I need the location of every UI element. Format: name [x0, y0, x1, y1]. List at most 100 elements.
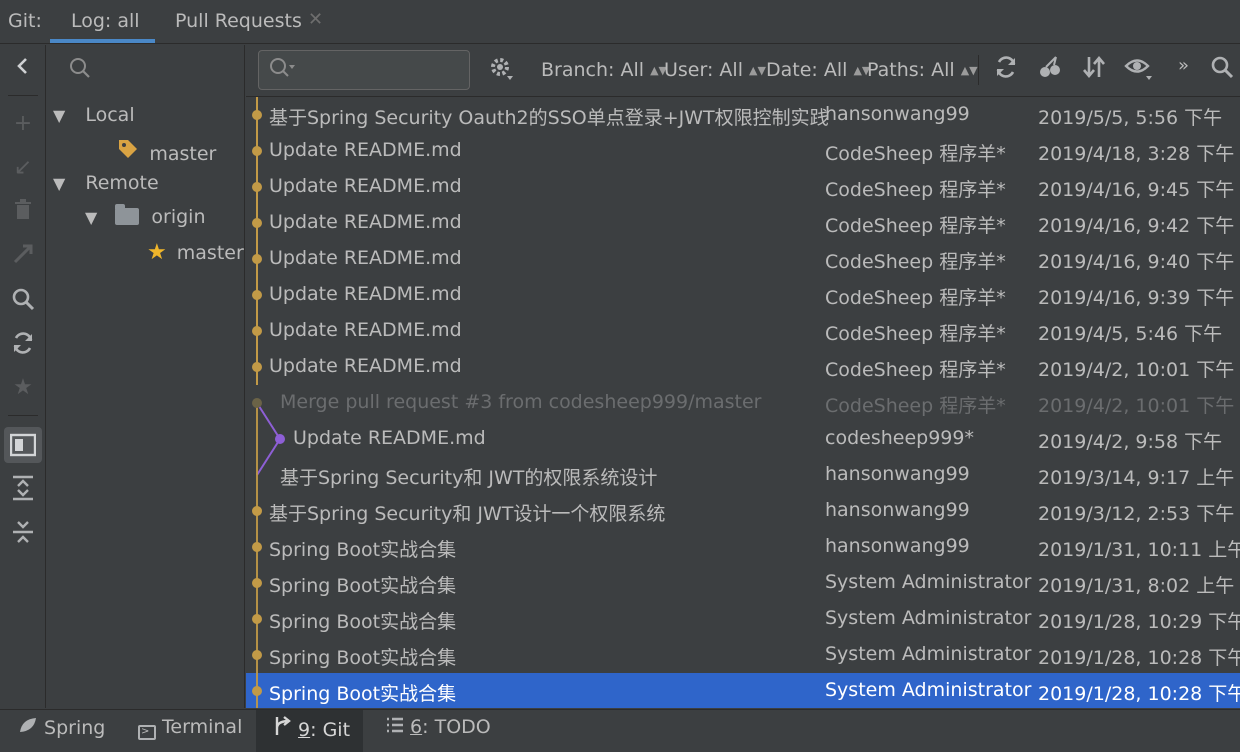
- search-icon[interactable]: [0, 287, 46, 317]
- expand-triangle-icon[interactable]: ▼: [85, 208, 97, 227]
- commit-message: 基于Spring Security Oauth2的SSO单点登录+JWT权限控制…: [269, 107, 829, 129]
- expand-all-icon[interactable]: [0, 475, 46, 507]
- refresh-icon[interactable]: [0, 331, 46, 361]
- gear-icon[interactable]: [488, 55, 514, 87]
- commit-date: 2019/4/16, 9:42 下午: [1038, 215, 1235, 237]
- commit-log-table[interactable]: 基于Spring Security Oauth2的SSO单点登录+JWT权限控制…: [246, 97, 1240, 708]
- tree-node-label: Local: [85, 104, 135, 126]
- commit-message: Spring Boot实战合集: [269, 539, 457, 561]
- log-toolbar: Branch: All ▲▼ User: All ▲▼ Date: All ▲▼…: [246, 45, 1240, 97]
- commit-row[interactable]: Update README.md CodeSheep 程序羊* 2019/4/1…: [246, 241, 1240, 277]
- commit-row[interactable]: Spring Boot实战合集 System Administrator 201…: [246, 637, 1240, 673]
- branch-search-icon[interactable]: [69, 57, 91, 85]
- commit-author: hansonwang99: [825, 535, 970, 557]
- branches-panel: ▼ Local master ▼ Remote ▼ origin ★ maste…: [47, 45, 245, 708]
- search-icon: [269, 57, 295, 84]
- commit-row[interactable]: 基于Spring Security Oauth2的SSO单点登录+JWT权限控制…: [246, 97, 1240, 133]
- tab-terminal[interactable]: > Terminal: [138, 716, 242, 740]
- commit-author: System Administrator: [825, 679, 1032, 701]
- commit-date: 2019/1/28, 10:28 下午: [1038, 647, 1240, 669]
- commit-author: CodeSheep 程序羊*: [825, 179, 1006, 201]
- commit-row[interactable]: 基于Spring Security和 JWT设计一个权限系统 hansonwan…: [246, 493, 1240, 529]
- commit-message: Spring Boot实战合集: [269, 683, 457, 705]
- checkout-icon[interactable]: ↙: [0, 155, 46, 180]
- commit-row[interactable]: Spring Boot实战合集 System Administrator 201…: [246, 565, 1240, 601]
- expand-triangle-icon[interactable]: ▼: [53, 106, 65, 125]
- tab-log-all[interactable]: Log: all: [71, 10, 140, 32]
- commit-message: Update README.md: [269, 139, 462, 161]
- tree-node-origin[interactable]: ▼ origin: [85, 204, 206, 228]
- commit-date: 2019/4/16, 9:40 下午: [1038, 251, 1235, 273]
- commit-row[interactable]: Update README.md CodeSheep 程序羊* 2019/4/1…: [246, 205, 1240, 241]
- add-icon[interactable]: +: [0, 111, 46, 136]
- merge-icon[interactable]: [0, 243, 46, 271]
- commit-author: System Administrator: [825, 643, 1032, 665]
- commit-author: hansonwang99: [825, 463, 970, 485]
- commit-author: System Administrator: [825, 571, 1032, 593]
- tab-git[interactable]: 9: Git: [274, 716, 350, 741]
- chevron-left-icon[interactable]: [0, 55, 46, 83]
- eye-icon[interactable]: [1124, 55, 1154, 87]
- commit-row[interactable]: Update README.md CodeSheep 程序羊* 2019/4/2…: [246, 349, 1240, 385]
- commit-message: 基于Spring Security和 JWT的权限系统设计: [280, 467, 658, 489]
- commit-row[interactable]: Update README.md CodeSheep 程序羊* 2019/4/1…: [246, 169, 1240, 205]
- commit-date: 2019/4/2, 10:01 下午: [1038, 395, 1235, 417]
- commit-date: 2019/3/14, 9:17 上午: [1038, 467, 1235, 489]
- commit-date: 2019/1/28, 10:29 下午: [1038, 611, 1240, 633]
- tree-node-label: origin: [151, 206, 206, 228]
- commit-message: Spring Boot实战合集: [269, 575, 457, 597]
- commit-message: Update README.md: [269, 211, 462, 233]
- tag-icon: [117, 140, 145, 165]
- close-icon[interactable]: ✕: [308, 9, 323, 30]
- date-filter[interactable]: Date: All ▲▼: [766, 59, 870, 81]
- log-search-input[interactable]: [299, 57, 459, 83]
- cherry-pick-icon[interactable]: [1038, 55, 1062, 85]
- star-icon[interactable]: ★: [0, 375, 46, 400]
- commit-row[interactable]: Update README.md CodeSheep 程序羊* 2019/4/1…: [246, 133, 1240, 169]
- left-toolbar: + ↙ ★: [0, 45, 46, 708]
- search-icon[interactable]: [1210, 55, 1234, 85]
- commit-message: Spring Boot实战合集: [269, 611, 457, 633]
- folder-icon: [115, 204, 140, 225]
- commit-row[interactable]: Spring Boot实战合集 hansonwang99 2019/1/31, …: [246, 529, 1240, 565]
- branch-label: master: [176, 242, 244, 264]
- commit-author: CodeSheep 程序羊*: [825, 251, 1006, 273]
- commit-row[interactable]: Spring Boot实战合集 System Administrator 201…: [246, 601, 1240, 637]
- commit-row-selected[interactable]: Spring Boot实战合集 System Administrator 201…: [246, 673, 1240, 708]
- commit-message: Update README.md: [269, 175, 462, 197]
- tree-node-label: Remote: [85, 172, 159, 194]
- commit-author: CodeSheep 程序羊*: [825, 395, 1006, 417]
- branch-filter[interactable]: Branch: All ▲▼: [541, 59, 667, 81]
- commit-date: 2019/5/5, 5:56 下午: [1038, 107, 1223, 129]
- tab-pull-requests[interactable]: Pull Requests: [175, 10, 302, 32]
- active-tab-indicator: [50, 39, 155, 43]
- tree-node-local[interactable]: ▼ Local: [53, 104, 135, 126]
- expand-triangle-icon[interactable]: ▼: [53, 174, 65, 193]
- tool-window-header: Git: Log: all Pull Requests ✕: [0, 0, 1240, 44]
- user-filter[interactable]: User: All ▲▼: [664, 59, 766, 81]
- tab-spring[interactable]: Spring: [18, 716, 105, 739]
- commit-message: Update README.md: [269, 247, 462, 269]
- commit-date: 2019/1/31, 8:02 上午: [1038, 575, 1235, 597]
- commit-date: 2019/1/31, 10:11 上午: [1038, 539, 1240, 561]
- sort-icon[interactable]: [1082, 55, 1106, 85]
- commit-row[interactable]: Update README.md CodeSheep 程序羊* 2019/4/1…: [246, 277, 1240, 313]
- tree-node-remote[interactable]: ▼ Remote: [53, 172, 159, 194]
- commit-row[interactable]: Update README.md codesheep999* 2019/4/2,…: [246, 421, 1240, 457]
- more-actions-button[interactable]: »: [1178, 55, 1189, 76]
- commit-row-merge[interactable]: Merge pull request #3 from codesheep999/…: [246, 385, 1240, 421]
- refresh-icon[interactable]: [994, 55, 1018, 85]
- commit-date: 2019/4/16, 9:45 下午: [1038, 179, 1235, 201]
- paths-filter[interactable]: Paths: All ▲▼: [867, 59, 978, 81]
- tab-todo[interactable]: 6: TODO: [386, 716, 491, 738]
- branch-remote-master[interactable]: ★ master: [147, 240, 244, 265]
- commit-message: Update README.md: [269, 283, 462, 305]
- commit-author: hansonwang99: [825, 103, 970, 125]
- panel-toggle-icon[interactable]: [0, 433, 46, 463]
- log-search-box[interactable]: [258, 50, 470, 90]
- collapse-all-icon[interactable]: [0, 519, 46, 551]
- commit-row[interactable]: Update README.md CodeSheep 程序羊* 2019/4/5…: [246, 313, 1240, 349]
- commit-row[interactable]: 基于Spring Security和 JWT的权限系统设计 hansonwang…: [246, 457, 1240, 493]
- delete-icon[interactable]: [0, 199, 46, 227]
- branch-local-master[interactable]: master: [117, 138, 216, 165]
